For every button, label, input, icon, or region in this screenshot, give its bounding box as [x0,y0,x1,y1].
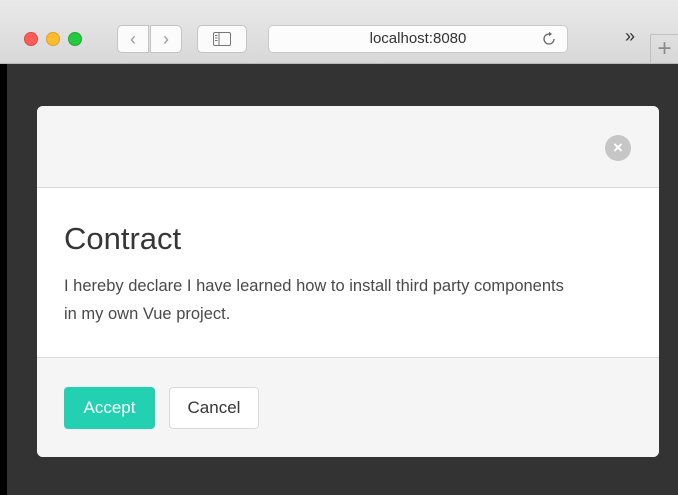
modal-footer: Accept Cancel [37,358,659,457]
minimize-window-button[interactable] [46,32,60,46]
reload-icon[interactable] [541,31,557,47]
sidebar-toggle-button[interactable] [197,25,247,53]
browser-toolbar: ‹ › localhost:8080 » + [0,0,678,64]
back-button[interactable]: ‹ [117,25,149,53]
contract-modal: × Contract I hereby declare I have learn… [37,106,659,457]
forward-button[interactable]: › [150,25,182,53]
maximize-window-button[interactable] [68,32,82,46]
close-window-button[interactable] [24,32,38,46]
new-tab-button[interactable]: + [650,34,678,64]
close-icon[interactable]: × [605,135,631,161]
modal-body: Contract I hereby declare I have learned… [37,188,659,358]
accept-button[interactable]: Accept [64,387,155,429]
overflow-chevron-icon[interactable]: » [625,26,635,47]
address-bar[interactable]: localhost:8080 [268,25,568,53]
modal-header: × [37,106,659,188]
chevron-left-icon: ‹ [130,28,136,49]
chevron-right-icon: › [163,28,169,49]
modal-text: I hereby declare I have learned how to i… [64,277,564,324]
sidebar-icon [213,32,231,46]
address-url: localhost:8080 [369,30,467,47]
modal-title: Contract [64,221,182,256]
cancel-button[interactable]: Cancel [169,387,259,429]
